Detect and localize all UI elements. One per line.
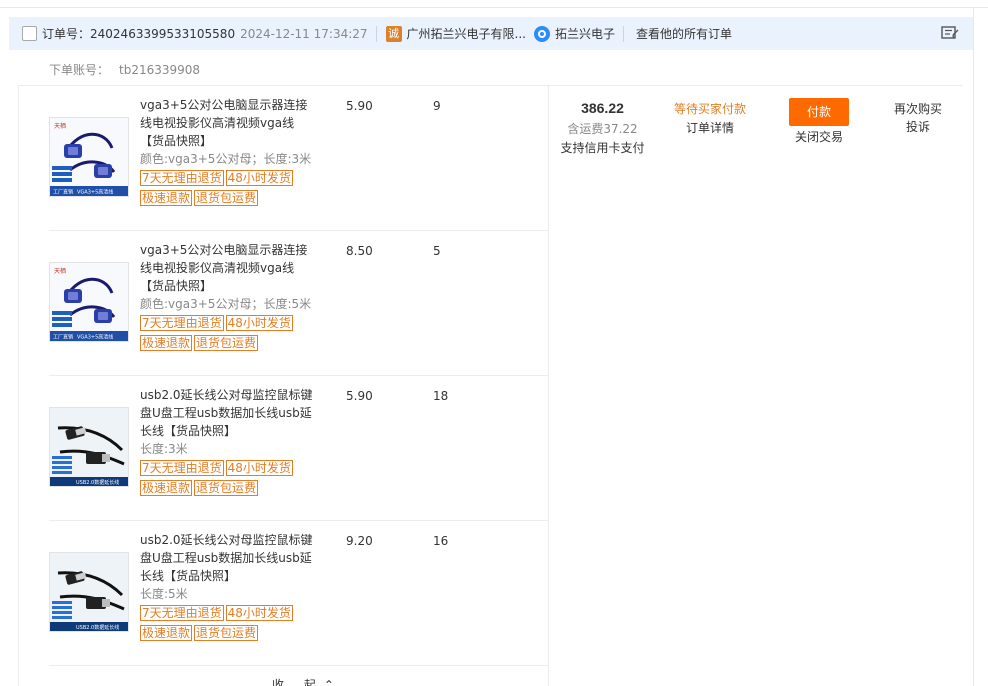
service-tag[interactable]: 48小时发货 — [225, 170, 293, 186]
service-tag[interactable]: 48小时发货 — [225, 460, 293, 476]
wangwang-contact-link[interactable]: 拓兰兴电子 — [555, 25, 615, 42]
header-separator — [375, 25, 377, 42]
chevron-up-icon: ⌃ — [323, 678, 342, 686]
account-row: 下单账号： tb216339908 — [49, 61, 200, 78]
product-sku: 颜色:vga3+5公对母；长度:3米 — [140, 152, 312, 166]
header-separator — [623, 25, 624, 42]
shipping-fee: 含运费37.22 — [567, 122, 638, 136]
item-price: 5.90 — [346, 99, 373, 113]
order-item-row: 天栖工厂直销 VGA3+5高清线 vga3+5公对公电脑显示器连接线电视投影仪高清视… — [49, 231, 548, 376]
product-title[interactable]: usb2.0延长线公对母监控鼠标键盘U盘工程usb数据加长线usb延长线【货品快… — [140, 531, 315, 643]
order-status: 等待买家付款 订单详情 — [660, 100, 760, 136]
thumb-badge: 工厂直销 — [53, 189, 73, 196]
thumb-brand: 天栖 — [54, 267, 66, 275]
collapse-label: 收 起 — [272, 678, 324, 686]
product-title[interactable]: vga3+5公对公电脑显示器连接线电视投影仪高清视频vga线【货品快照】颜色:v… — [140, 241, 315, 353]
snapshot-link[interactable]: 【货品快照】 — [140, 279, 212, 293]
product-title[interactable]: vga3+5公对公电脑显示器连接线电视投影仪高清视频vga线【货品快照】颜色:v… — [140, 96, 315, 208]
thumb-caption: USB2.0数据延长线 — [76, 479, 119, 486]
top-divider — [0, 0, 988, 8]
account-value: tb216339908 — [119, 63, 201, 77]
service-tag[interactable]: 退货包运费 — [194, 335, 259, 351]
product-sku: 长度:3米 — [140, 442, 188, 456]
shop-name-link[interactable]: 广州拓兰兴电子有限... — [407, 25, 526, 42]
service-tag[interactable]: 极速退款 — [140, 625, 193, 641]
item-quantity: 9 — [433, 99, 441, 113]
service-tag[interactable]: 48小时发货 — [225, 605, 293, 621]
service-tag[interactable]: 7天无理由退货 — [140, 315, 224, 331]
shop-cert-icon: 诚 — [385, 25, 402, 42]
item-price: 9.20 — [346, 534, 373, 548]
total-amount: 386.22 — [581, 100, 624, 116]
service-tag[interactable]: 极速退款 — [140, 480, 193, 496]
thumb-brand: 天栖 — [54, 122, 66, 130]
order-checkbox[interactable] — [22, 26, 37, 41]
right-edge-divider — [973, 8, 974, 686]
service-tag[interactable]: 7天无理由退货 — [140, 605, 224, 621]
pay-button[interactable]: 付款 — [789, 98, 849, 126]
order-detail-link[interactable]: 订单详情 — [660, 119, 760, 136]
thumb-caption: VGA3+5高清线 — [77, 334, 113, 341]
thumb-caption: VGA3+5高清线 — [77, 189, 113, 196]
complain-link[interactable]: 投诉 — [878, 118, 958, 136]
service-tags: 7天无理由退货 48小时发货极速退款 退货包运费 — [140, 168, 315, 208]
all-orders-link[interactable]: 查看他的所有订单 — [636, 25, 732, 42]
item-quantity: 18 — [433, 389, 449, 403]
items-column-border — [548, 85, 549, 686]
thumb-badge: 工厂直销 — [53, 334, 73, 341]
service-tag[interactable]: 退货包运费 — [194, 480, 259, 496]
service-tag[interactable]: 极速退款 — [140, 190, 193, 206]
table-left-border — [18, 85, 19, 686]
order-time: 2024-12-11 17:34:27 — [240, 26, 368, 41]
product-thumbnail[interactable]: 天栖工厂直销 VGA3+5高清线 — [49, 117, 129, 197]
snapshot-link[interactable]: 【货品快照】 — [164, 424, 236, 438]
service-tags: 7天无理由退货 48小时发货极速退款 退货包运费 — [140, 458, 315, 498]
status-text: 等待买家付款 — [673, 102, 746, 116]
rebuy-link[interactable]: 再次购买 — [878, 100, 958, 118]
service-tags: 7天无理由退货 48小时发货极速退款 退货包运费 — [140, 603, 315, 643]
product-title-text[interactable]: vga3+5公对公电脑显示器连接线电视投影仪高清视频vga线 — [140, 243, 307, 275]
snapshot-link[interactable]: 【货品快照】 — [140, 134, 212, 148]
item-price: 5.90 — [346, 389, 373, 403]
product-title-text[interactable]: vga3+5公对公电脑显示器连接线电视投影仪高清视频vga线 — [140, 98, 307, 130]
order-item-row: USB2.0数据延长线 usb2.0延长线公对母监控鼠标键盘U盘工程usb数据加长… — [49, 521, 548, 666]
product-sku: 颜色:vga3+5公对母；长度:5米 — [140, 297, 312, 311]
message-icon[interactable] — [941, 26, 959, 41]
service-tags: 7天无理由退货 48小时发货极速退款 退货包运费 — [140, 313, 315, 353]
product-sku: 长度:5米 — [140, 587, 188, 601]
service-tag[interactable]: 退货包运费 — [194, 190, 259, 206]
item-quantity: 5 — [433, 244, 441, 258]
service-tag[interactable]: 退货包运费 — [194, 625, 259, 641]
credit-card-note: 支持信用卡支付 — [560, 141, 645, 155]
close-order-link[interactable]: 关闭交易 — [789, 128, 849, 145]
item-price: 8.50 — [346, 244, 373, 258]
service-tag[interactable]: 极速退款 — [140, 335, 193, 351]
collapse-toggle[interactable]: 收 起⌃ — [272, 676, 342, 686]
order-number-label: 订单号： — [42, 27, 91, 41]
order-number: 2402463399533105580 — [90, 26, 236, 41]
usb-cable-image: USB2.0数据延长线 — [50, 553, 128, 631]
more-actions: 再次购买 投诉 — [878, 100, 958, 136]
thumb-caption: USB2.0数据延长线 — [76, 624, 119, 631]
snapshot-link[interactable]: 【货品快照】 — [164, 569, 236, 583]
wangwang-icon[interactable] — [533, 25, 550, 42]
product-thumbnail[interactable]: USB2.0数据延长线 — [49, 407, 129, 487]
order-total: 386.22 含运费37.22 支持信用卡支付 — [549, 100, 656, 156]
vga-cable-image: 天栖工厂直销 VGA3+5高清线 — [50, 263, 128, 341]
order-header: 订单号： 2402463399533105580 2024-12-11 17:3… — [9, 17, 973, 50]
product-thumbnail[interactable]: 天栖工厂直销 VGA3+5高清线 — [49, 262, 129, 342]
service-tag[interactable]: 48小时发货 — [225, 315, 293, 331]
service-tag[interactable]: 7天无理由退货 — [140, 460, 224, 476]
order-item-row: 天栖工厂直销 VGA3+5高清线 vga3+5公对公电脑显示器连接线电视投影仪高清视… — [49, 86, 548, 231]
product-title[interactable]: usb2.0延长线公对母监控鼠标键盘U盘工程usb数据加长线usb延长线【货品快… — [140, 386, 315, 498]
item-quantity: 16 — [433, 534, 449, 548]
usb-cable-image: USB2.0数据延长线 — [50, 408, 128, 486]
order-item-row: USB2.0数据延长线 usb2.0延长线公对母监控鼠标键盘U盘工程usb数据加长… — [49, 376, 548, 521]
vga-cable-image: 天栖工厂直销 VGA3+5高清线 — [50, 118, 128, 196]
product-thumbnail[interactable]: USB2.0数据延长线 — [49, 552, 129, 632]
order-operations: 付款 关闭交易 — [789, 98, 849, 145]
service-tag[interactable]: 7天无理由退货 — [140, 170, 224, 186]
account-label: 下单账号： — [49, 63, 110, 77]
